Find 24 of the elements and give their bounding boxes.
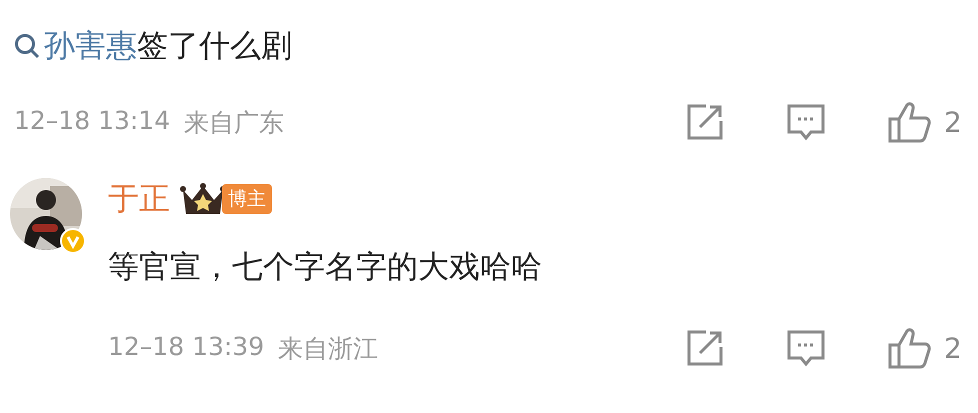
share-icon [686, 103, 724, 141]
search-icon [14, 33, 40, 59]
comment-location: 来自广东 [184, 106, 284, 138]
share-button[interactable] [686, 103, 724, 141]
share-icon [686, 329, 724, 367]
thumbs-up-icon [888, 101, 932, 143]
author-name[interactable]: 于正 [108, 178, 170, 220]
reply-text: 等官宣，七个字名字的大戏哈哈 [108, 248, 543, 287]
comment-button[interactable] [786, 102, 826, 142]
comment-time: 12–18 13:14 [14, 106, 170, 136]
reply-location: 来自浙江 [278, 332, 378, 364]
share-button[interactable] [686, 329, 724, 367]
like-button[interactable]: 2 [888, 327, 962, 369]
comment-text: 签了什么剧 [137, 27, 292, 66]
comment-button[interactable] [786, 328, 826, 368]
thumbs-up-icon [888, 327, 932, 369]
like-count: 2 [944, 106, 962, 138]
comment-icon [786, 328, 826, 368]
comment-icon [786, 102, 826, 142]
like-count: 2 [944, 332, 962, 364]
like-button[interactable]: 2 [888, 101, 962, 143]
blogger-tag: 博主 [222, 184, 272, 214]
search-link[interactable]: 孙害惠 [44, 25, 137, 67]
reply-time: 12–18 13:39 [108, 332, 264, 362]
